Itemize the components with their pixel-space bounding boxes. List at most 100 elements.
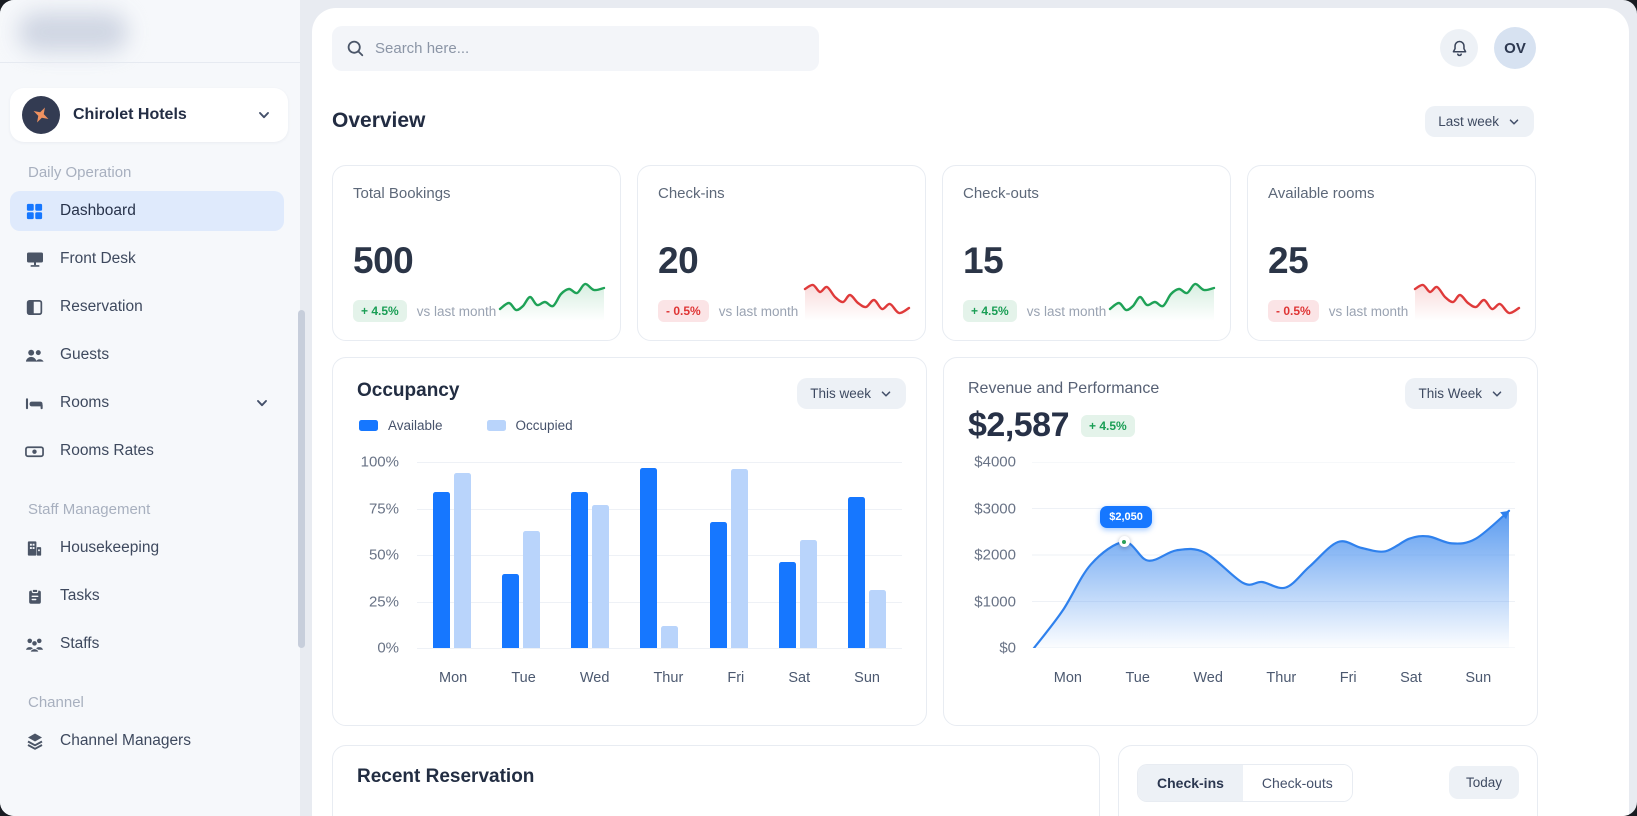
sidebar-item-front-desk[interactable]: Front Desk [10,239,284,279]
range-label: This week [810,386,871,401]
bar-group[interactable] [432,462,471,648]
sidebar-item-label: Front Desk [60,250,136,267]
stat-value: 25 [1268,240,1309,281]
revenue-amount: $2,587 [968,406,1070,444]
occupancy-bars [417,462,902,648]
divider [0,62,300,63]
chevron-down-icon [254,395,270,411]
tab-check-outs[interactable]: Check-outs [1242,765,1352,801]
occupancy-card: Occupancy This week Available Occupied 1… [332,357,927,726]
occupancy-title: Occupancy [357,380,460,401]
rooms-rates-icon [24,442,45,461]
stat-card-check-outs: Check-outs 15 + 4.5% vs last month [942,165,1231,341]
bell-icon [1450,39,1469,58]
section-label-channel: Channel [28,694,84,711]
sparkline-chart [803,277,913,328]
bar-group[interactable] [501,462,540,648]
checks-tab-group: Check-ins Check-outs [1137,764,1353,802]
compare-label: vs last month [1328,303,1409,319]
bar-group[interactable] [709,462,748,648]
brand-logo-icon [22,96,60,134]
delta-badge: - 0.5% [658,300,709,322]
reservation-icon [24,298,45,317]
revenue-chart: $4000 $3000 $2000 $1000 $0 $2,050 [968,453,1515,657]
sparkline-chart [1108,277,1218,328]
chevron-down-icon [256,107,272,123]
sidebar-item-label: Staffs [60,635,100,652]
chevron-down-icon [1490,387,1504,401]
stat-title: Total Bookings [353,185,451,202]
occupancy-range-select[interactable]: This week [797,378,906,409]
stat-card-check-ins: Check-ins 20 - 0.5% vs last month [637,165,926,341]
sidebar-item-label: Guests [60,346,110,363]
compare-label: vs last month [718,303,799,319]
sidebar-item-label: Channel Managers [60,732,191,749]
sidebar-item-label: Rooms Rates [60,442,154,459]
revenue-title: Revenue and Performance [968,380,1160,397]
search-bar[interactable] [332,26,819,71]
search-icon [346,39,365,58]
compare-label: vs last month [1026,303,1107,319]
sidebar-item-dashboard[interactable]: Dashboard [10,191,284,231]
sidebar-item-rooms-rates[interactable]: Rooms Rates [10,431,284,471]
revenue-plot: $2,050 [1032,461,1515,650]
bar-group[interactable] [640,462,679,648]
legend-item-occupied: Occupied [486,418,573,433]
range-label: Last week [1438,114,1499,129]
recent-reservation-card: Recent Reservation [332,745,1100,816]
legend-swatch [359,420,378,431]
sidebar: Chirolet Hotels Daily Operation Dashboar… [0,0,300,816]
legend-item-available: Available [359,418,443,433]
sidebar-item-staffs[interactable]: Staffs [10,624,284,664]
app-root: Chirolet Hotels Daily Operation Dashboar… [0,0,1637,816]
housekeeping-icon [24,539,45,558]
sidebar-item-channel-managers[interactable]: Channel Managers [10,721,284,761]
dashboard-icon [24,202,45,221]
notifications-button[interactable] [1440,29,1478,67]
stat-value: 20 [658,240,699,281]
search-input[interactable] [375,40,805,57]
tab-check-ins[interactable]: Check-ins [1138,765,1243,801]
blurred-logo [18,12,128,52]
sidebar-item-housekeeping[interactable]: Housekeeping [10,528,284,568]
hotel-selector[interactable]: Chirolet Hotels [10,88,288,142]
page-title: Overview [332,109,426,132]
sidebar-scrollbar-thumb[interactable] [298,310,305,648]
occupancy-y-axis: 100% 75% 50% 25% 0% [360,453,399,657]
staffs-icon [24,635,45,654]
tasks-icon [24,587,45,606]
delta-badge: + 4.5% [1081,414,1135,437]
revenue-range-select[interactable]: This Week [1405,378,1517,409]
recent-reservation-title: Recent Reservation [357,766,535,787]
sparkline-chart [1413,277,1523,328]
sidebar-item-label: Rooms [60,394,110,411]
delta-badge: + 4.5% [353,300,407,322]
sidebar-item-guests[interactable]: Guests [10,335,284,375]
legend-swatch [486,420,506,431]
sidebar-item-tasks[interactable]: Tasks [10,576,284,616]
delta-badge: - 0.5% [1268,300,1319,322]
bar-group[interactable] [571,462,610,648]
stat-card-total-bookings: Total Bookings 500 + 4.5% vs last month [332,165,621,341]
today-button[interactable]: Today [1448,766,1519,799]
sidebar-item-reservation[interactable]: Reservation [10,287,284,327]
rooms-icon [24,394,45,413]
revenue-y-axis: $4000 $3000 $2000 $1000 $0 [974,453,1016,657]
chevron-down-icon [879,387,893,401]
avatar[interactable]: OV [1494,27,1536,69]
stat-title: Available rooms [1268,185,1375,202]
front-desk-icon [24,249,45,269]
overview-range-select[interactable]: Last week [1425,106,1534,137]
bar-group[interactable] [779,462,818,648]
bar-group[interactable] [848,462,887,648]
revenue-card: Revenue and Performance This Week $2,587… [943,357,1538,726]
channel-managers-icon [24,731,45,751]
sidebar-nav: Daily Operation Dashboard Front Desk Res… [10,156,284,769]
occupancy-chart: 100% 75% 50% 25% 0% [357,453,902,657]
sidebar-item-label: Tasks [60,587,100,604]
stat-title: Check-ins [658,185,725,202]
sidebar-item-rooms[interactable]: Rooms [10,383,284,423]
stat-title: Check-outs [963,185,1039,202]
stat-card-available-rooms: Available rooms 25 - 0.5% vs last month [1247,165,1536,341]
main-panel: OV Overview Last week Total Bookings 500… [312,8,1629,816]
